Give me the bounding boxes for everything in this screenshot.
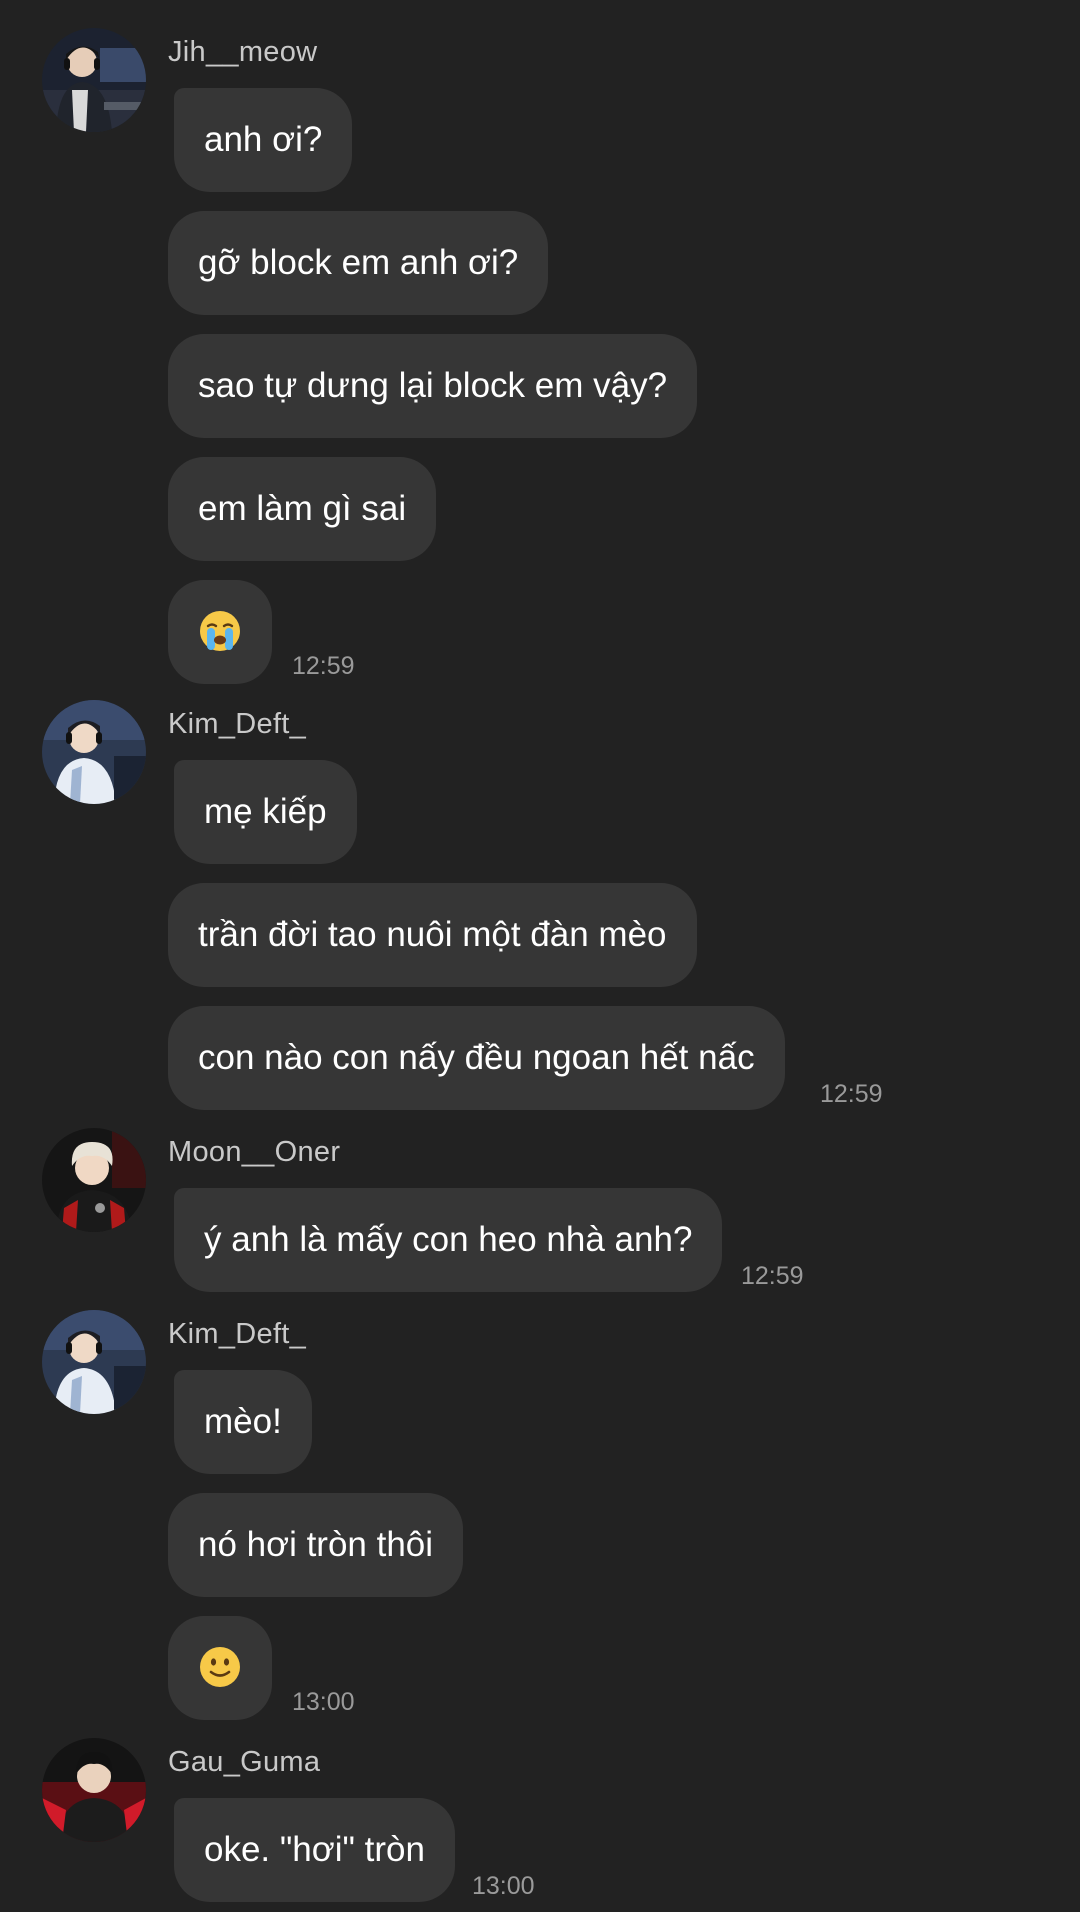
crying-face-icon — [198, 609, 242, 653]
avatar-photo — [42, 1738, 146, 1842]
sender-name: Kim_Deft_ — [168, 708, 307, 740]
message-text: con nào con nấy đều ngoan hết nấc — [198, 1038, 755, 1077]
avatar[interactable] — [42, 28, 146, 132]
timestamp: 12:59 — [741, 1262, 804, 1290]
slightly-smiling-face-icon — [198, 1645, 242, 1689]
avatar-photo — [42, 1310, 146, 1414]
message-bubble[interactable]: sao tự dưng lại block em vậy? — [168, 334, 698, 438]
message-text: trần đời tao nuôi một đàn mèo — [198, 915, 667, 954]
message-text: mẹ kiếp — [204, 792, 327, 831]
message-bubble[interactable]: anh ơi? — [174, 88, 353, 192]
message-bubble[interactable]: trần đời tao nuôi một đàn mèo — [168, 883, 697, 987]
sender-name: Jih__meow — [168, 36, 318, 68]
avatar[interactable] — [42, 1128, 146, 1232]
timestamp: 12:59 — [820, 1080, 883, 1108]
message-bubble[interactable] — [168, 1616, 272, 1720]
timestamp: 12:59 — [292, 652, 355, 680]
message-text: em làm gì sai — [198, 489, 407, 528]
message-bubble[interactable]: ý anh là mấy con heo nhà anh? — [174, 1188, 723, 1292]
message-text: sao tự dưng lại block em vậy? — [198, 366, 668, 405]
message-bubble[interactable]: con nào con nấy đều ngoan hết nấc — [168, 1006, 785, 1110]
message-bubble[interactable]: gỡ block em anh ơi? — [168, 211, 549, 315]
avatar[interactable] — [42, 1738, 146, 1842]
message-bubble[interactable]: em làm gì sai — [168, 457, 437, 561]
message-text: anh ơi? — [204, 120, 323, 159]
message-bubble[interactable]: mèo! — [174, 1370, 312, 1474]
avatar-photo — [42, 1128, 146, 1232]
sender-name: Moon__Oner — [168, 1136, 341, 1168]
sender-name: Gau_Guma — [168, 1746, 321, 1778]
message-text: ý anh là mấy con heo nhà anh? — [204, 1220, 693, 1259]
message-bubble[interactable]: nó hơi tròn thôi — [168, 1493, 464, 1597]
avatar[interactable] — [42, 700, 146, 804]
message-bubble[interactable] — [168, 580, 272, 684]
message-bubble[interactable]: oke. "hơi" tròn — [174, 1798, 455, 1902]
message-text: gỡ block em anh ơi? — [198, 243, 519, 282]
sender-name: Kim_Deft_ — [168, 1318, 307, 1350]
message-text: oke. "hơi" tròn — [204, 1830, 425, 1869]
timestamp: 13:00 — [472, 1872, 535, 1900]
avatar[interactable] — [42, 1310, 146, 1414]
avatar-photo — [42, 700, 146, 804]
timestamp: 13:00 — [292, 1688, 355, 1716]
chat-thread: Jih__meow anh ơi? gỡ block em anh ơi? sa… — [0, 0, 1080, 1912]
message-bubble[interactable]: mẹ kiếp — [174, 760, 357, 864]
avatar-photo — [42, 28, 146, 132]
message-text: mèo! — [204, 1402, 282, 1441]
message-text: nó hơi tròn thôi — [198, 1525, 434, 1564]
